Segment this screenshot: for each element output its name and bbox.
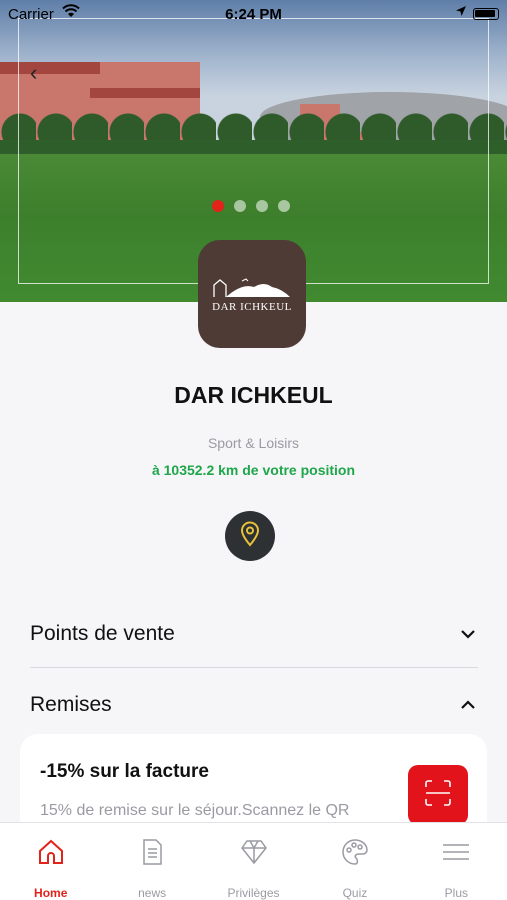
bottom-tab-bar: Home news Privilèges Quiz Plus <box>0 822 507 900</box>
carousel-dot[interactable] <box>278 200 290 212</box>
chevron-down-icon[interactable] <box>458 624 478 644</box>
carousel-dot[interactable] <box>256 200 268 212</box>
points-de-vente-toggle[interactable]: Points de vente <box>30 614 478 654</box>
tab-label: Home <box>34 886 68 900</box>
logo-text: DAR ICHKEUL <box>212 301 292 313</box>
tab-label: Quiz <box>342 886 368 900</box>
logo-mark-icon <box>212 275 292 299</box>
tab-label: Privilèges <box>227 886 280 900</box>
home-icon <box>36 837 66 872</box>
document-icon <box>137 837 167 872</box>
tab-label: news <box>138 886 167 900</box>
place-title: DAR ICHKEUL <box>174 382 333 408</box>
tab-news[interactable]: news <box>101 823 202 900</box>
battery-icon <box>473 8 499 20</box>
tab-privileges[interactable]: Privilèges <box>203 823 304 900</box>
carousel-dot[interactable] <box>234 200 246 212</box>
tab-label: Plus <box>444 886 468 900</box>
tab-quiz[interactable]: Quiz <box>304 823 405 900</box>
scan-qr-button[interactable] <box>408 765 468 825</box>
scan-icon <box>423 778 453 813</box>
status-bar: Carrier 6:24 PM <box>0 0 507 28</box>
carousel-dot[interactable] <box>212 200 224 212</box>
carousel-dots[interactable] <box>212 200 290 212</box>
back-arrow-icon[interactable]: ‹ <box>30 60 37 86</box>
tab-home[interactable]: Home <box>0 823 101 900</box>
place-logo: DAR ICHKEUL <box>198 240 306 348</box>
discount-title: -15% sur la facture <box>40 761 209 782</box>
remises-label: Remises <box>30 693 112 716</box>
location-arrow-icon <box>455 5 467 20</box>
discount-description: 15% de remise sur le séjour.Scannez le Q… <box>40 802 350 819</box>
chevron-up-icon[interactable] <box>458 695 478 715</box>
remises-toggle[interactable]: Remises <box>30 685 478 725</box>
map-pin-icon <box>239 521 261 552</box>
map-location-button[interactable] <box>225 511 275 561</box>
palette-icon <box>340 837 370 872</box>
place-category: Sport & Loisirs <box>207 435 300 451</box>
diamond-icon <box>239 837 269 872</box>
section-divider <box>30 667 478 668</box>
tab-plus[interactable]: Plus <box>406 823 507 900</box>
place-distance: à 10352.2 km de votre position <box>151 462 356 478</box>
menu-icon <box>441 837 471 872</box>
points-de-vente-label: Points de vente <box>30 622 175 645</box>
status-time: 6:24 PM <box>225 6 282 23</box>
